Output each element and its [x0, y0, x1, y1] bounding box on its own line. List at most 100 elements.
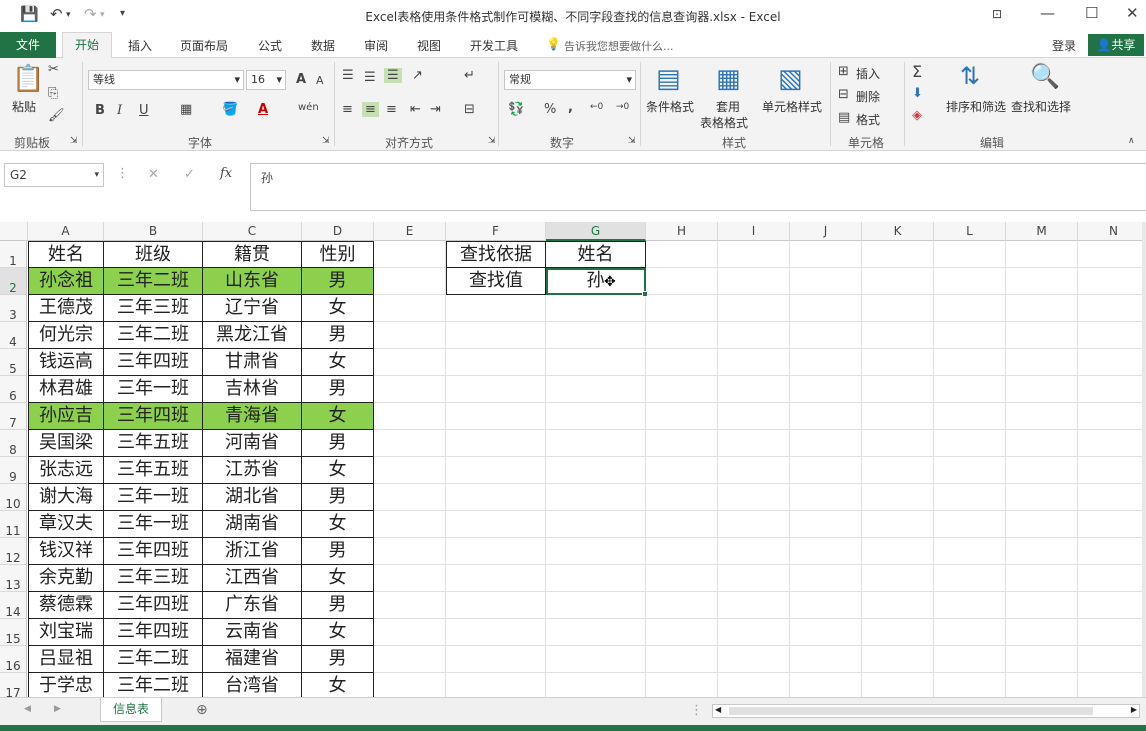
grid-cell[interactable]	[790, 430, 862, 457]
grid-cell[interactable]	[1006, 457, 1078, 484]
insert-cells-button[interactable]: 插入	[856, 65, 880, 82]
grid-cell[interactable]	[1006, 538, 1078, 565]
find-select-icon[interactable]: 🔍	[1030, 62, 1060, 90]
table-cell[interactable]: 台湾省	[203, 673, 302, 697]
grid-cell[interactable]	[718, 268, 790, 295]
grid-cell[interactable]	[934, 457, 1006, 484]
tab-home[interactable]: 开始	[62, 32, 112, 59]
vertical-scrollbar[interactable]	[1142, 222, 1146, 697]
percent-button[interactable]: %	[544, 102, 556, 117]
grid-cell[interactable]	[862, 403, 934, 430]
grid-cell[interactable]	[546, 484, 646, 511]
grid-cell[interactable]	[646, 484, 718, 511]
scroll-thumb[interactable]	[729, 707, 1093, 715]
grid-cell[interactable]	[934, 349, 1006, 376]
table-cell[interactable]: 男	[302, 430, 374, 457]
font-name-select[interactable]: 等线 ▾	[88, 70, 244, 90]
insert-function-icon[interactable]: fx	[220, 166, 232, 181]
grid-cell[interactable]	[446, 349, 546, 376]
grid-cell[interactable]	[1078, 349, 1142, 376]
row-header-2[interactable]: 2	[0, 268, 27, 295]
decrease-decimal-icon[interactable]: →0	[616, 102, 629, 112]
format-as-table-icon[interactable]: ▦	[716, 64, 741, 94]
select-all-corner[interactable]	[0, 222, 28, 241]
grid-cell[interactable]	[446, 484, 546, 511]
grid-cell[interactable]	[546, 511, 646, 538]
grid-cell[interactable]	[718, 565, 790, 592]
row-header-11[interactable]: 11	[0, 511, 27, 538]
grid-cell[interactable]	[446, 403, 546, 430]
grid-cell[interactable]	[446, 646, 546, 673]
lookup-label-cell[interactable]: 查找依据	[446, 241, 546, 268]
table-cell[interactable]: 男	[302, 538, 374, 565]
grid-cell[interactable]	[546, 619, 646, 646]
table-cell[interactable]: 女	[302, 295, 374, 322]
grid-cell[interactable]	[374, 646, 446, 673]
tab-insert[interactable]: 插入	[128, 37, 152, 54]
table-cell[interactable]: 山东省	[203, 268, 302, 295]
grid-cell[interactable]	[718, 673, 790, 697]
tab-review[interactable]: 审阅	[364, 37, 388, 54]
grid-cell[interactable]	[862, 376, 934, 403]
grid-cell[interactable]	[1078, 457, 1142, 484]
font-launcher-icon[interactable]: ⇲	[322, 136, 330, 146]
cut-icon[interactable]: ✂	[48, 62, 59, 77]
grid-cell[interactable]	[446, 619, 546, 646]
grid-cell[interactable]	[374, 268, 446, 295]
clear-icon[interactable]: ◈	[912, 108, 922, 123]
grid-cell[interactable]	[646, 403, 718, 430]
table-header-cell[interactable]: 性别	[302, 241, 374, 268]
grid-cell[interactable]	[1006, 268, 1078, 295]
table-cell[interactable]: 三年四班	[104, 592, 203, 619]
decrease-indent-icon[interactable]: ⇤	[410, 102, 421, 117]
grid-cell[interactable]	[862, 565, 934, 592]
grid-cell[interactable]	[374, 322, 446, 349]
split-handle-icon[interactable]: ⋮	[690, 703, 703, 718]
minimize-icon[interactable]: —	[1040, 4, 1055, 22]
merge-center-icon[interactable]: ⊟	[464, 102, 475, 117]
table-header-cell[interactable]: 姓名	[28, 241, 104, 268]
grid-cell[interactable]	[934, 538, 1006, 565]
grid-cell[interactable]	[1078, 322, 1142, 349]
share-button[interactable]: 👤共享	[1088, 34, 1144, 56]
grid-cell[interactable]	[862, 241, 934, 268]
grid-cell[interactable]	[790, 295, 862, 322]
table-cell[interactable]: 章汉夫	[28, 511, 104, 538]
column-header-d[interactable]: D	[302, 222, 374, 241]
grid-cell[interactable]	[934, 565, 1006, 592]
scroll-right-icon[interactable]: ▶	[1131, 705, 1137, 714]
table-cell[interactable]: 钱运高	[28, 349, 104, 376]
grid-cell[interactable]	[718, 619, 790, 646]
column-header-b[interactable]: B	[104, 222, 203, 241]
copy-icon[interactable]: ⎘	[48, 86, 58, 101]
table-cell[interactable]: 三年五班	[104, 430, 203, 457]
table-cell[interactable]: 女	[302, 673, 374, 697]
table-cell[interactable]: 浙江省	[203, 538, 302, 565]
borders-icon[interactable]: ▦	[180, 102, 192, 117]
row-header-9[interactable]: 9	[0, 457, 27, 484]
grid-cell[interactable]	[1078, 592, 1142, 619]
grid-cell[interactable]	[862, 349, 934, 376]
format-cells-icon[interactable]: ▤	[838, 110, 850, 125]
tab-view[interactable]: 视图	[417, 37, 441, 54]
align-top-icon[interactable]: ☰	[342, 68, 354, 83]
grid-cell[interactable]	[934, 322, 1006, 349]
grid-cell[interactable]	[374, 376, 446, 403]
underline-button[interactable]: U	[139, 103, 149, 118]
table-cell[interactable]: 广东省	[203, 592, 302, 619]
table-cell[interactable]: 三年三班	[104, 565, 203, 592]
table-cell[interactable]: 江西省	[203, 565, 302, 592]
grid-cell[interactable]	[446, 430, 546, 457]
table-cell[interactable]: 女	[302, 511, 374, 538]
table-cell[interactable]: 三年二班	[104, 646, 203, 673]
sort-filter-icon[interactable]: ⇅	[960, 62, 980, 90]
bold-button[interactable]: B	[95, 103, 105, 118]
cancel-icon[interactable]: ✕	[148, 167, 159, 182]
row-header-7[interactable]: 7	[0, 403, 27, 430]
shrink-font-icon[interactable]: A	[316, 74, 324, 87]
grid-cell[interactable]	[1078, 565, 1142, 592]
table-cell[interactable]: 三年三班	[104, 295, 203, 322]
grid-cell[interactable]	[374, 619, 446, 646]
grid-cell[interactable]	[446, 538, 546, 565]
grid-cell[interactable]	[790, 457, 862, 484]
